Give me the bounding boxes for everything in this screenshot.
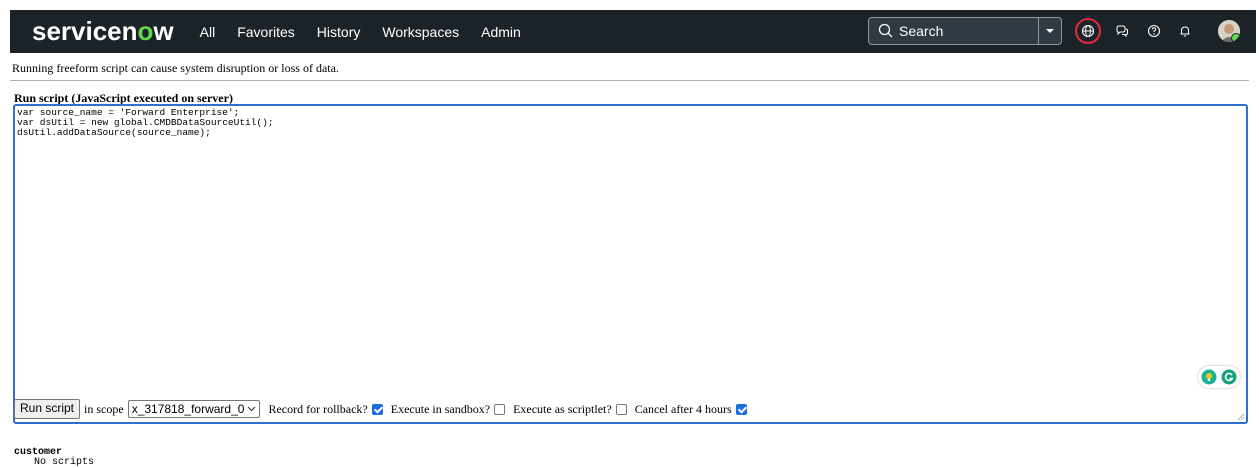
divider	[10, 80, 1249, 81]
search-placeholder: Search	[899, 23, 944, 39]
in-scope-label: in scope	[84, 401, 124, 416]
nav-workspaces[interactable]: Workspaces	[382, 24, 459, 40]
top-navigation-bar: servicenow All Favorites History Workspa…	[10, 10, 1256, 53]
script-editor[interactable]: var source_name = 'Forward Enterprise'; v…	[13, 104, 1248, 424]
run-script-button[interactable]: Run script	[14, 399, 81, 419]
grammarly-icon[interactable]	[1221, 369, 1237, 385]
code-line: dsUtil.addDataSource(source_name);	[17, 127, 211, 138]
servicenow-logo[interactable]: servicenow	[32, 10, 174, 53]
avatar[interactable]	[1218, 20, 1240, 42]
bell-icon	[1180, 26, 1190, 37]
run-controls: Run script in scope x_317818_forward_0 R…	[14, 399, 755, 419]
globe-icon	[1081, 24, 1095, 38]
scope-select[interactable]: x_317818_forward_0	[127, 400, 261, 418]
lightbulb-icon[interactable]	[1201, 369, 1217, 385]
nav-admin[interactable]: Admin	[481, 24, 521, 40]
chevron-down-icon	[248, 406, 256, 412]
resize-handle-icon[interactable]	[1237, 413, 1245, 421]
chat-icon	[1116, 25, 1128, 38]
record-rollback-label: Record for rollback?	[268, 401, 368, 416]
search-scope-dropdown[interactable]	[1038, 17, 1062, 45]
results-message: No scripts	[34, 457, 95, 468]
nav-all[interactable]: All	[200, 24, 216, 40]
nav-history[interactable]: History	[317, 24, 361, 40]
nav-favorites[interactable]: Favorites	[237, 24, 295, 40]
script-code[interactable]: var source_name = 'Forward Enterprise'; v…	[17, 108, 274, 138]
chat-button[interactable]	[1113, 22, 1131, 40]
help-button[interactable]	[1145, 22, 1163, 40]
cancel-after-checkbox[interactable]	[735, 403, 747, 415]
search-input[interactable]: Search	[868, 17, 1038, 45]
scriptlet-label: Execute as scriptlet?	[513, 401, 612, 416]
scope-select-value: x_317818_forward_0	[131, 402, 245, 416]
help-icon	[1147, 24, 1161, 38]
grammarly-widget[interactable]	[1198, 366, 1240, 388]
scriptlet-checkbox[interactable]	[615, 403, 627, 415]
record-rollback-checkbox[interactable]	[371, 403, 383, 415]
cancel-after-label: Cancel after 4 hours	[634, 401, 732, 416]
chevron-down-icon	[1046, 29, 1054, 33]
sandbox-label: Execute in sandbox?	[390, 401, 491, 416]
online-status-badge	[1231, 33, 1240, 42]
globe-button[interactable]	[1075, 18, 1101, 44]
search-icon	[878, 23, 893, 38]
warning-message: Running freeform script can cause system…	[12, 61, 339, 75]
notifications-button[interactable]	[1176, 22, 1194, 40]
main-nav: All Favorites History Workspaces Admin	[200, 24, 543, 40]
sandbox-checkbox[interactable]	[494, 403, 506, 415]
